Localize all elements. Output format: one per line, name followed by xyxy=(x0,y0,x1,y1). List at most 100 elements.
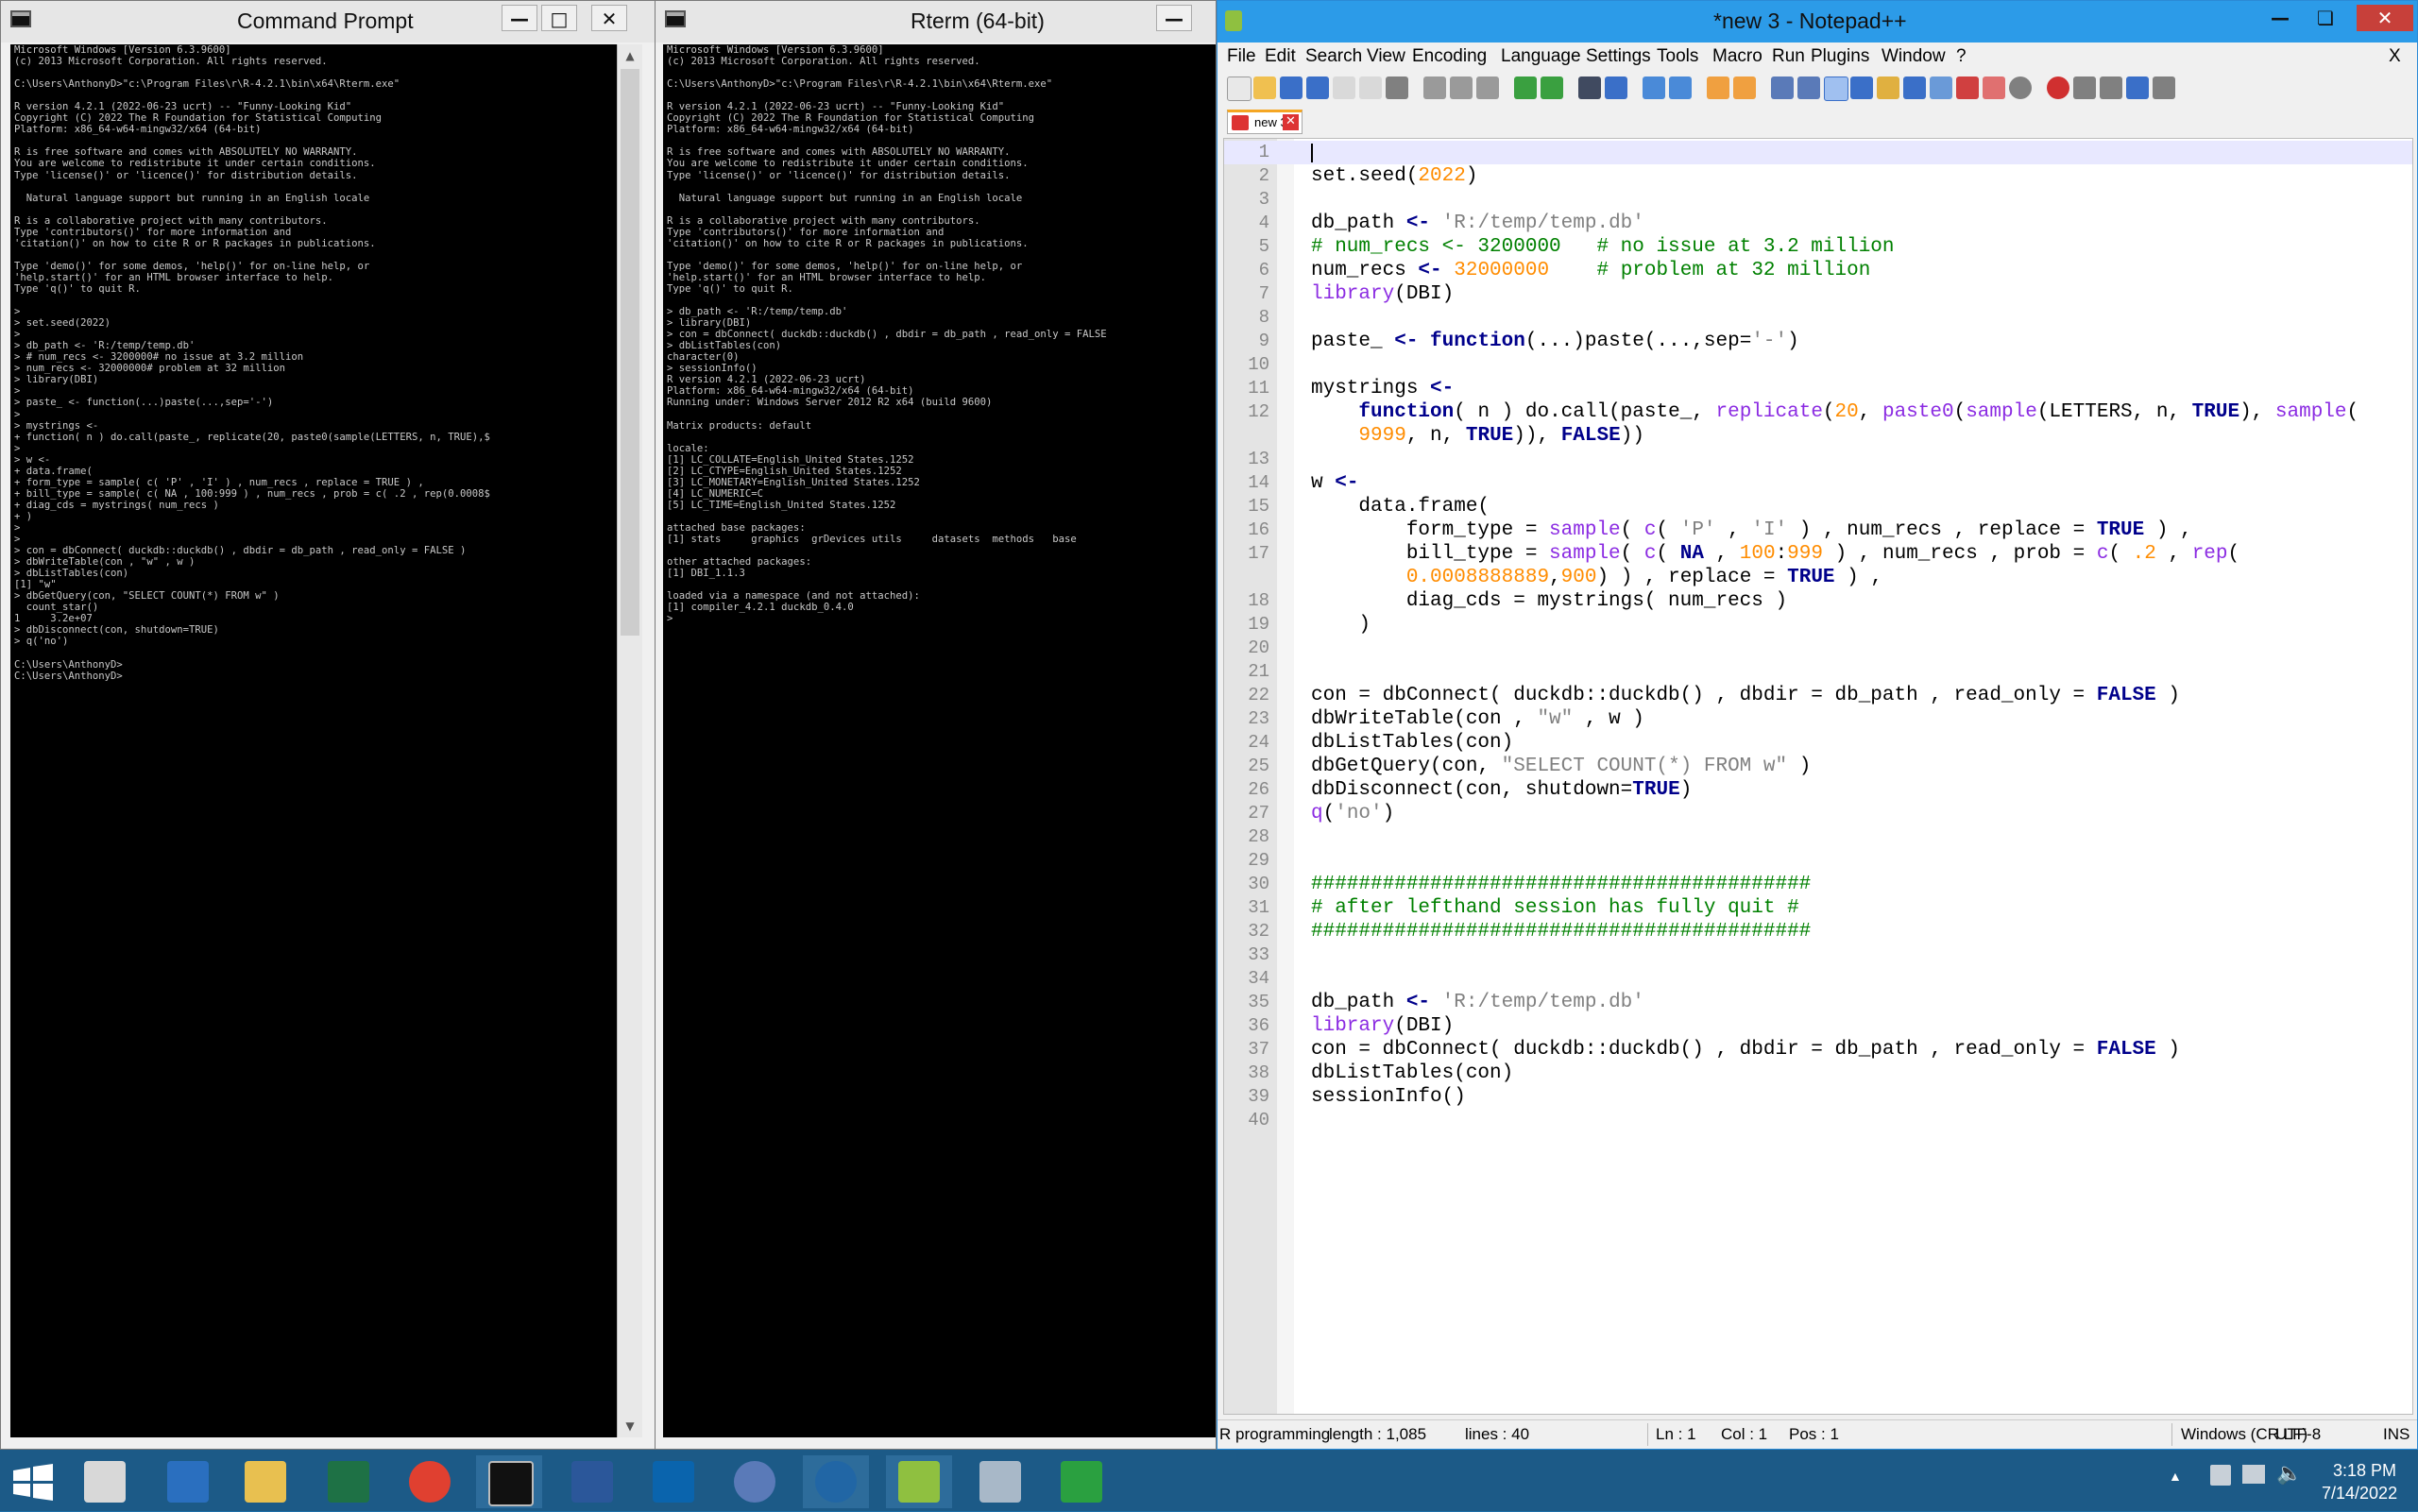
doc-map-icon[interactable] xyxy=(1877,76,1899,99)
powershell-icon[interactable] xyxy=(155,1455,221,1508)
menu-tools[interactable]: Tools xyxy=(1657,46,1698,67)
minimize-button[interactable]: — xyxy=(2262,5,2298,31)
function-list-icon[interactable] xyxy=(1903,76,1926,99)
record-macro-icon[interactable] xyxy=(2047,76,2069,99)
play-macro-icon[interactable] xyxy=(2100,76,2122,99)
code-line[interactable]: 19 ) xyxy=(1224,613,2412,637)
scroll-up-icon[interactable]: ▲ xyxy=(618,44,642,67)
code-line[interactable]: 6 num_recs <- 32000000 # problem at 32 mi… xyxy=(1224,259,2412,282)
excel-icon[interactable] xyxy=(315,1455,382,1508)
menu-plugins[interactable]: Plugins xyxy=(1811,46,1869,67)
minimize-button[interactable]: — xyxy=(1156,5,1192,31)
save-all-icon[interactable] xyxy=(1306,76,1329,99)
menu-file[interactable]: File xyxy=(1227,46,1256,67)
menu-language[interactable]: Language xyxy=(1501,46,1581,67)
zoom-in-icon[interactable] xyxy=(1643,76,1665,99)
code-line[interactable]: 16 form_type = sample( c( 'P' , 'I' ) , … xyxy=(1224,518,2412,542)
maximize-button[interactable]: □ xyxy=(541,5,577,31)
maximize-button[interactable]: ❏ xyxy=(2307,5,2343,31)
code-line[interactable]: 30 ######################################… xyxy=(1224,873,2412,896)
outlook-icon[interactable] xyxy=(640,1455,707,1508)
chrome-icon[interactable] xyxy=(397,1455,463,1508)
code-line[interactable]: 14 w <- xyxy=(1224,471,2412,495)
code-line[interactable]: 0.0008888889,900) ) , replace = TRUE ) , xyxy=(1224,566,2412,589)
code-line[interactable]: 37 con = dbConnect( duckdb::duckdb() , db… xyxy=(1224,1038,2412,1062)
network-icon[interactable] xyxy=(2242,1465,2265,1484)
menu-window[interactable]: Window xyxy=(1882,46,1946,67)
code-line[interactable]: 25 dbGetQuery(con, "SELECT COUNT(*) FROM … xyxy=(1224,755,2412,778)
code-line[interactable]: 10 xyxy=(1224,353,2412,377)
code-line[interactable]: 2 set.seed(2022) xyxy=(1224,164,2412,188)
code-line[interactable]: 29 xyxy=(1224,849,2412,873)
close-button[interactable]: ✕ xyxy=(2357,5,2413,31)
server-manager-icon[interactable] xyxy=(72,1455,138,1508)
code-line[interactable]: 8 xyxy=(1224,306,2412,330)
close-all-icon[interactable] xyxy=(1359,76,1382,99)
cmd-titlebar[interactable]: Command Prompt — □ ✕ xyxy=(1,1,656,42)
notepadpp-window[interactable]: *new 3 - Notepad++ — ❏ ✕ File Edit Searc… xyxy=(1217,0,2418,1450)
code-line[interactable]: 34 xyxy=(1224,967,2412,991)
code-line[interactable]: 7 library(DBI) xyxy=(1224,282,2412,306)
git-icon[interactable] xyxy=(1048,1455,1115,1508)
copy-icon[interactable] xyxy=(1450,76,1473,99)
save-macro-icon[interactable] xyxy=(2153,76,2175,99)
cmd-scrollbar[interactable]: ▲ ▼ xyxy=(617,44,642,1437)
code-line[interactable]: 38 dbListTables(con) xyxy=(1224,1062,2412,1085)
scroll-down-icon[interactable]: ▼ xyxy=(618,1415,642,1437)
code-line[interactable]: 31 # after lefthand session has fully qui… xyxy=(1224,896,2412,920)
stop-macro-icon[interactable] xyxy=(2073,76,2096,99)
code-line[interactable]: 17 bill_type = sample( c( NA , 100:999 )… xyxy=(1224,542,2412,566)
npp-titlebar[interactable]: *new 3 - Notepad++ — ❏ ✕ xyxy=(1218,1,2417,42)
close-file-icon[interactable] xyxy=(1333,76,1355,99)
code-line[interactable]: 1 xyxy=(1224,141,2412,164)
code-editor[interactable]: 1 2 set.seed(2022) 3 4 db_path <- 'R:/temp/te… xyxy=(1223,138,2413,1415)
code-line[interactable]: 28 xyxy=(1224,825,2412,849)
rstudio-icon[interactable] xyxy=(803,1455,869,1508)
close-document-button[interactable]: X xyxy=(2389,46,2401,67)
code-line[interactable]: 23 dbWriteTable(con , "w" , w ) xyxy=(1224,707,2412,731)
show-all-chars-icon[interactable] xyxy=(1797,76,1820,99)
code-line[interactable]: 27 q('no') xyxy=(1224,802,2412,825)
performance-monitor-icon[interactable] xyxy=(967,1455,1033,1508)
sync-horizontal-icon[interactable] xyxy=(1733,76,1756,99)
code-line[interactable]: 40 xyxy=(1224,1109,2412,1132)
rterm-window[interactable]: Rterm (64-bit) — Microsoft Windows [Vers… xyxy=(655,0,1217,1450)
open-file-icon[interactable] xyxy=(1253,76,1276,99)
menu-encoding[interactable]: Encoding xyxy=(1412,46,1487,67)
cmd-console-output[interactable]: Microsoft Windows [Version 6.3.9600] (c)… xyxy=(10,44,617,1437)
tab-close-icon[interactable]: ✕ xyxy=(1283,114,1299,130)
code-line[interactable]: 9 paste_ <- function(...)paste(...,sep='-… xyxy=(1224,330,2412,353)
file-explorer-icon[interactable] xyxy=(232,1455,298,1508)
code-line[interactable]: 26 dbDisconnect(con, shutdown=TRUE) xyxy=(1224,778,2412,802)
volume-icon[interactable]: 🔈 xyxy=(2276,1461,2302,1486)
code-line[interactable]: 11 mystrings <- xyxy=(1224,377,2412,400)
code-line[interactable]: 15 data.frame( xyxy=(1224,495,2412,518)
menu-macro[interactable]: Macro xyxy=(1712,46,1762,67)
r-gui-icon[interactable] xyxy=(722,1455,788,1508)
code-line[interactable]: 32 ######################################… xyxy=(1224,920,2412,943)
code-line[interactable]: 22 con = dbConnect( duckdb::duckdb() , db… xyxy=(1224,684,2412,707)
menu-run[interactable]: Run xyxy=(1772,46,1805,67)
code-line[interactable]: 24 dbListTables(con) xyxy=(1224,731,2412,755)
tab-new-3[interactable]: new 3 ✕ xyxy=(1227,110,1303,134)
code-line[interactable]: 33 xyxy=(1224,943,2412,967)
sync-vertical-icon[interactable] xyxy=(1707,76,1729,99)
shortcut-icon[interactable] xyxy=(1983,76,2005,99)
find-icon[interactable] xyxy=(1578,76,1601,99)
language-icon[interactable] xyxy=(1850,76,1873,99)
cut-icon[interactable] xyxy=(1423,76,1446,99)
code-line[interactable]: 20 xyxy=(1224,637,2412,660)
paste-icon[interactable] xyxy=(1476,76,1499,99)
run-macro-multiple-icon[interactable] xyxy=(2126,76,2149,99)
start-button[interactable] xyxy=(0,1455,66,1508)
undo-icon[interactable] xyxy=(1514,76,1537,99)
menu-help[interactable]: ? xyxy=(1956,46,1967,67)
menu-settings[interactable]: Settings xyxy=(1586,46,1651,67)
save-icon[interactable] xyxy=(1280,76,1303,99)
menu-view[interactable]: View xyxy=(1367,46,1405,67)
minimize-button[interactable]: — xyxy=(502,5,537,31)
gray-circle-icon[interactable] xyxy=(2009,76,2032,99)
command-prompt-window[interactable]: Command Prompt — □ ✕ Microsoft Windows [… xyxy=(0,0,657,1450)
command-prompt-taskbar-icon[interactable] xyxy=(476,1455,542,1508)
code-line[interactable]: 5 # num_recs <- 3200000 # no issue at 3.2… xyxy=(1224,235,2412,259)
